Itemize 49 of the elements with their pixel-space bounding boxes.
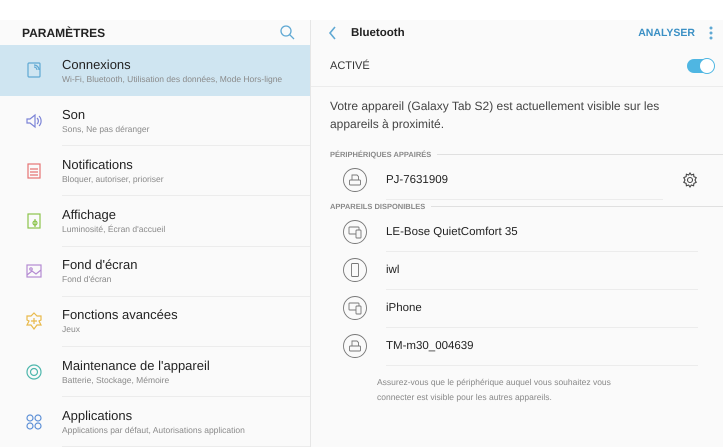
back-icon[interactable] — [328, 26, 337, 40]
visibility-text: Votre appareil (Galaxy Tab S2) est actuellement visible sur les appareils à proximité. — [330, 98, 660, 133]
settings-item[interactable]: Fond d'écran Fond d'écran — [0, 246, 310, 296]
device-item[interactable]: LE-Bose QuietComfort 35 — [311, 213, 723, 251]
item-label: Connexions — [62, 56, 132, 72]
item-summary: Wi-Fi, Bluetooth, Utilisation des données, Mode Hors-ligne — [62, 74, 284, 84]
settings-title: PARAMÈTRES — [22, 26, 106, 40]
item-summary: Sons, Ne pas déranger — [62, 124, 150, 134]
item-label: Notifications — [62, 156, 134, 172]
device-name: iPhone — [386, 288, 698, 328]
printer-icon — [343, 168, 367, 192]
settings-item[interactable]: Notifications Bloquer, autoriser, prioriser — [0, 146, 310, 196]
search-icon[interactable] — [280, 25, 295, 40]
bluetooth-label: ACTIVÉ — [330, 60, 370, 72]
item-label: Affichage — [62, 207, 117, 222]
item-summary: Applications par défaut, Autorisations application — [62, 424, 246, 435]
phone-icon — [343, 258, 367, 282]
page-title: Bluetooth — [351, 27, 406, 39]
item-label: Maintenance de l'appareil — [62, 358, 211, 373]
settings-item[interactable]: Affichage Luminosité, Écran d'accueil — [0, 196, 310, 246]
settings-item[interactable]: Applications Applications par défaut, Autorisations application — [0, 396, 310, 447]
item-label: Fonctions avancées — [62, 307, 179, 322]
item-summary: Bloquer, autoriser, prioriser — [62, 174, 165, 184]
device-name: TM-m30_004639 — [386, 326, 698, 366]
item-summary: Batterie, Stockage, Mémoire — [62, 374, 170, 385]
item-summary: Luminosité, Écran d'accueil — [62, 224, 166, 234]
more-icon[interactable] — [709, 26, 713, 40]
devices-icon — [343, 220, 367, 244]
bluetooth-toggle[interactable] — [687, 59, 713, 73]
item-label: Applications — [62, 408, 134, 423]
hint-text: Assurez-vous que le périphérique auquel vous souhaitez vous connecter est visible pour les autres appareils. — [377, 376, 612, 404]
device-item[interactable]: PJ-7631909 — [311, 161, 723, 199]
settings-item[interactable]: Maintenance de l'appareil Batterie, Stockage, Mémoire — [0, 346, 310, 397]
device-item[interactable]: TM-m30_004639 — [311, 327, 723, 365]
printer-icon — [343, 334, 367, 358]
device-name: iwl — [386, 250, 698, 290]
settings-item[interactable]: Fonctions avancées Jeux — [0, 296, 310, 347]
item-summary: Jeux — [62, 324, 81, 334]
device-name: PJ-7631909 — [386, 160, 663, 200]
item-summary: Fond d'écran — [62, 274, 112, 284]
item-label: Son — [62, 106, 86, 122]
settings-item[interactable]: Son Sons, Ne pas déranger — [0, 96, 310, 146]
devices-icon — [343, 296, 367, 320]
item-label: Fond d'écran — [62, 257, 138, 272]
device-item[interactable]: iPhone — [311, 289, 723, 327]
device-item[interactable]: iwl — [311, 251, 723, 289]
device-name: LE-Bose QuietComfort 35 — [386, 212, 698, 252]
settings-item[interactable]: Connexions Wi-Fi, Bluetooth, Utilisation des données, Mode Hors-ligne — [0, 45, 310, 96]
settings-icon[interactable] — [682, 172, 698, 188]
